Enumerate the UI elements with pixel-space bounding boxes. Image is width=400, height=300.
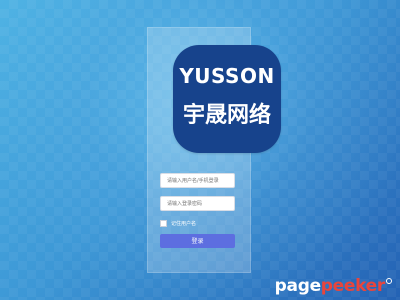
- registered-icon: [386, 278, 392, 284]
- remember-label: 记住用户名: [171, 221, 197, 227]
- remember-username[interactable]: 记住用户名: [160, 219, 196, 228]
- pagepeeker-watermark: page peeker: [275, 276, 392, 296]
- company-logo: YUSSON 宇晟网络: [173, 45, 281, 153]
- password-input[interactable]: [160, 196, 235, 211]
- login-button[interactable]: 登录: [160, 234, 235, 248]
- logo-text-cn: 宇晟网络: [182, 103, 271, 128]
- remember-checkbox[interactable]: [160, 220, 167, 227]
- logo-text-en: YUSSON: [179, 64, 275, 88]
- watermark-text-peeker: peeker: [320, 276, 386, 296]
- watermark-text-page: page: [274, 276, 321, 296]
- username-input[interactable]: [160, 173, 235, 188]
